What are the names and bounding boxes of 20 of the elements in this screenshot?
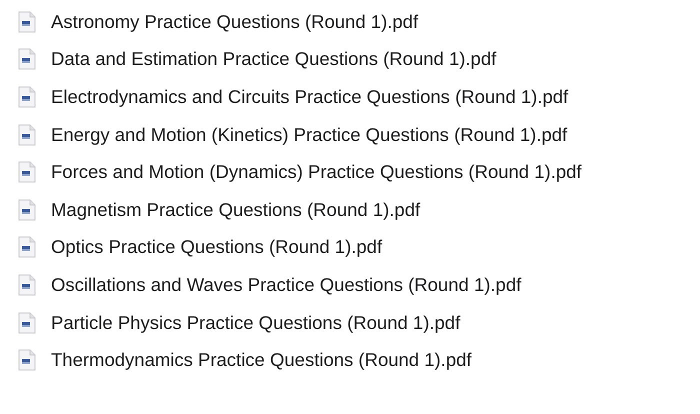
document-icon [18,124,36,146]
document-icon [18,312,36,334]
file-name[interactable]: Energy and Motion (Kinetics) Practice Questions (Round 1).pdf [51,124,568,146]
file-name[interactable]: Oscillations and Waves Practice Questions (Round 1).pdf [51,274,522,296]
file-name[interactable]: Magnetism Practice Questions (Round 1).pdf [51,198,420,221]
file-name[interactable]: Particle Physics Practice Questions (Round 1).pdf [51,312,460,334]
document-icon [18,161,36,184]
document-icon [18,86,36,108]
file-name[interactable]: Optics Practice Questions (Round 1).pdf [51,236,382,258]
file-name[interactable]: Astronomy Practice Questions (Round 1).pdf [51,10,418,33]
file-name[interactable]: Thermodynamics Practice Questions (Round 1).pdf [51,349,472,372]
document-icon [18,198,36,221]
document-icon [18,10,36,33]
document-icon [18,236,36,258]
document-icon [18,48,36,70]
file-name[interactable]: Data and Estimation Practice Questions (Round 1).pdf [51,48,496,70]
document-icon [18,274,36,296]
file-name[interactable]: Electrodynamics and Circuits Practice Questions (Round 1).pdf [51,86,568,108]
file-name[interactable]: Forces and Motion (Dynamics) Practice Questions (Round 1).pdf [51,161,582,184]
document-icon [18,349,36,372]
